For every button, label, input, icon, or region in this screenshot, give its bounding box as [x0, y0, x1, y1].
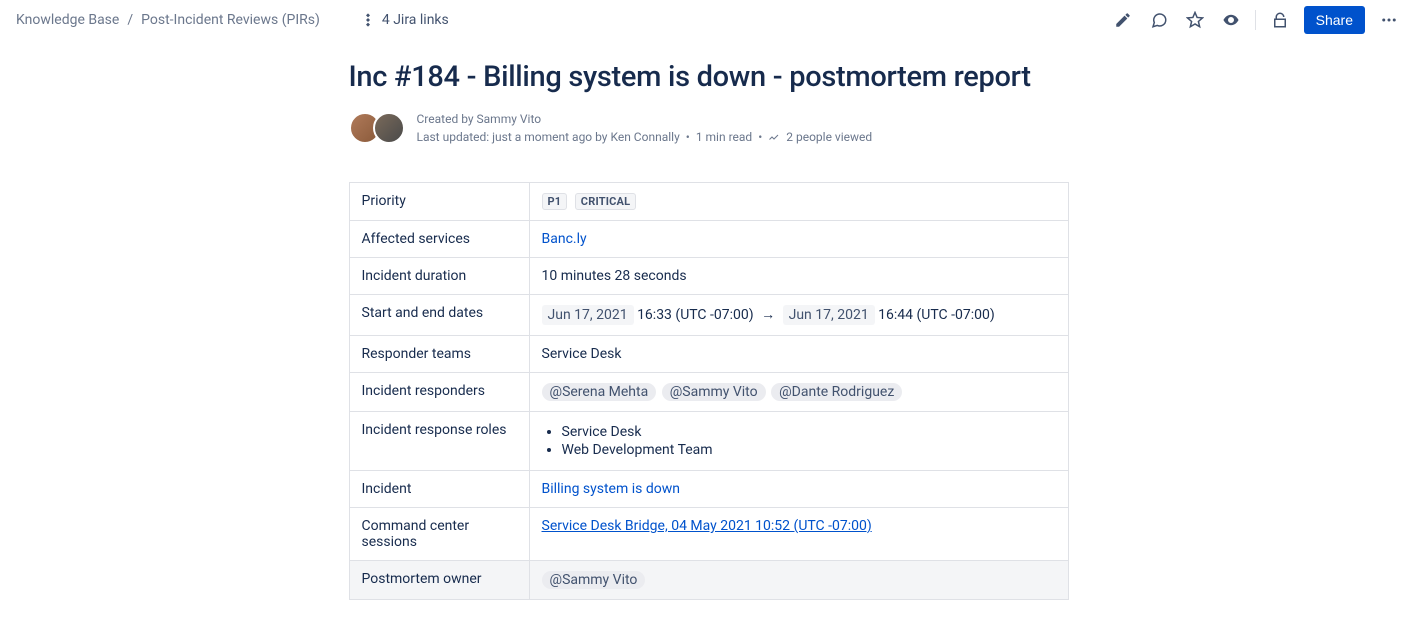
- byline: Created by Sammy Vito Last updated: just…: [349, 110, 1069, 146]
- comment-icon[interactable]: [1147, 8, 1171, 32]
- mention[interactable]: @Sammy Vito: [542, 571, 646, 589]
- table-row: Command center sessions Service Desk Bri…: [349, 508, 1068, 561]
- page-title: Inc #184 - Billing system is down - post…: [349, 60, 1069, 94]
- roles-list: Service Desk Web Development Team: [542, 424, 1056, 458]
- page-content: Inc #184 - Billing system is down - post…: [329, 60, 1089, 640]
- action-divider: [1255, 10, 1256, 30]
- end-date-lozenge: Jun 17, 2021: [783, 305, 875, 325]
- teams-label: Responder teams: [349, 336, 529, 373]
- page-actions: Share: [1111, 6, 1401, 34]
- mention[interactable]: @Dante Rodriguez: [771, 383, 902, 401]
- affected-label: Affected services: [349, 221, 529, 258]
- details-table: Priority P1 CRITICAL Affected services B…: [349, 182, 1069, 600]
- arrow-right-icon: →: [761, 307, 775, 323]
- table-row: Affected services Banc.ly: [349, 221, 1068, 258]
- priority-p1-lozenge: P1: [542, 193, 568, 210]
- breadcrumb-current-link[interactable]: Post-Incident Reviews (PIRs): [141, 12, 320, 28]
- edit-icon[interactable]: [1111, 8, 1135, 32]
- table-row: Incident Billing system is down: [349, 471, 1068, 508]
- table-row: Incident responders @Serena Mehta @Sammy…: [349, 373, 1068, 412]
- more-icon[interactable]: [1377, 8, 1401, 32]
- table-row: Incident response roles Service Desk Web…: [349, 412, 1068, 471]
- priority-label: Priority: [349, 183, 529, 221]
- breadcrumb-separator: /: [127, 12, 133, 28]
- table-row: Postmortem owner @Sammy Vito: [349, 561, 1068, 600]
- jira-links-text: 4 Jira links: [382, 12, 449, 28]
- start-date-lozenge: Jun 17, 2021: [542, 305, 634, 325]
- jira-icon: [360, 12, 376, 28]
- responders-label: Incident responders: [349, 373, 529, 412]
- roles-label: Incident response roles: [349, 412, 529, 471]
- people-viewed: 2 people viewed: [786, 128, 872, 146]
- table-row: Responder teams Service Desk: [349, 336, 1068, 373]
- command-label: Command center sessions: [349, 508, 529, 561]
- restrictions-icon[interactable]: [1268, 8, 1292, 32]
- watch-icon[interactable]: [1219, 8, 1243, 32]
- dates-label: Start and end dates: [349, 295, 529, 336]
- table-row: Start and end dates Jun 17, 2021 16:33 (…: [349, 295, 1068, 336]
- affected-service-link[interactable]: Banc.ly: [542, 231, 587, 247]
- share-button[interactable]: Share: [1304, 6, 1365, 34]
- priority-critical-lozenge: CRITICAL: [575, 193, 636, 210]
- incident-label: Incident: [349, 471, 529, 508]
- top-bar: Knowledge Base / Post-Incident Reviews (…: [0, 0, 1417, 40]
- duration-value: 10 minutes 28 seconds: [529, 258, 1068, 295]
- owner-label: Postmortem owner: [349, 561, 529, 600]
- analytics-icon: [768, 131, 780, 143]
- created-by-prefix: Created by: [417, 112, 477, 126]
- avatar-group[interactable]: [349, 112, 405, 144]
- read-time: 1 min read: [696, 128, 752, 146]
- list-item: Service Desk: [562, 424, 1056, 440]
- table-row: Incident duration 10 minutes 28 seconds: [349, 258, 1068, 295]
- mention[interactable]: @Serena Mehta: [542, 383, 657, 401]
- teams-value: Service Desk: [529, 336, 1068, 373]
- incident-link[interactable]: Billing system is down: [542, 481, 680, 497]
- page-meta: Created by Sammy Vito Last updated: just…: [417, 110, 873, 146]
- table-row: Priority P1 CRITICAL: [349, 183, 1068, 221]
- start-time: 16:33 (UTC -07:00): [634, 307, 754, 323]
- star-icon[interactable]: [1183, 8, 1207, 32]
- meta-dot: •: [758, 128, 762, 146]
- last-updated: Last updated: just a moment ago by Ken C…: [417, 128, 680, 146]
- breadcrumb: Knowledge Base / Post-Incident Reviews (…: [16, 12, 320, 28]
- breadcrumb-root-link[interactable]: Knowledge Base: [16, 12, 119, 28]
- avatar: [373, 112, 405, 144]
- end-time: 16:44 (UTC -07:00): [875, 307, 995, 323]
- meta-dot: •: [686, 128, 690, 146]
- list-item: Web Development Team: [562, 442, 1056, 458]
- duration-label: Incident duration: [349, 258, 529, 295]
- mention[interactable]: @Sammy Vito: [662, 383, 766, 401]
- created-by: Sammy Vito: [477, 112, 542, 126]
- jira-links[interactable]: 4 Jira links: [360, 12, 449, 28]
- command-center-link[interactable]: Service Desk Bridge, 04 May 2021 10:52 (…: [542, 518, 872, 534]
